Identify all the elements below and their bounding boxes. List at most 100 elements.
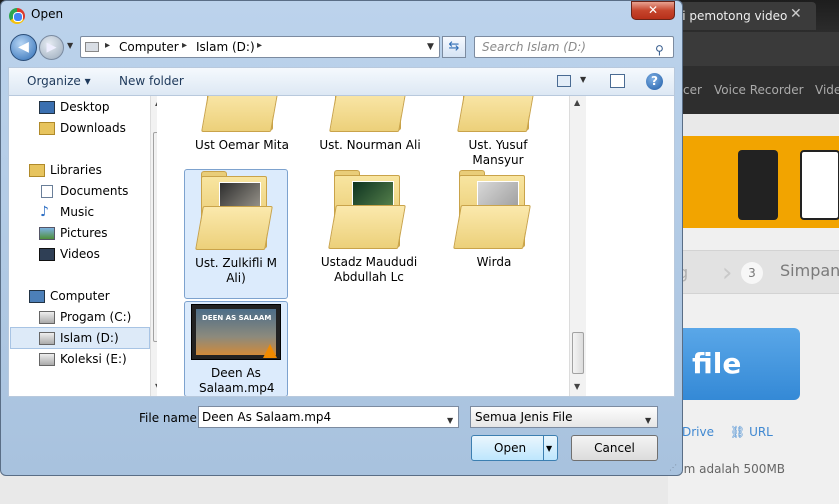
navigation-pane: Desktop Downloads Libraries Documents ♪ … — [9, 96, 157, 396]
nav-item-documents[interactable]: Documents — [9, 181, 151, 202]
refresh-button[interactable]: ⇆ — [442, 36, 466, 58]
file-list-pane: Ust Oemar Mita Ust. Nourman Ali Ust. Yus… — [168, 96, 569, 396]
video-file-item-selected[interactable]: DEEN AS SALAAM Deen As Salaam.mp4 — [184, 301, 288, 396]
folder-item-label: Ust. Zulkifli M Ali) — [195, 256, 277, 285]
file-name-label: File name: — [139, 411, 201, 425]
folder-item[interactable]: Ust. Nourman Ali — [318, 96, 422, 153]
banner-bag-image — [738, 150, 778, 220]
nav-item-libraries[interactable]: Libraries — [9, 160, 151, 181]
scroll-down-icon[interactable]: ▼ — [574, 382, 580, 391]
site-nav-link-voice-recorder[interactable]: Voice Recorder — [714, 83, 804, 97]
folder-icon — [453, 169, 531, 255]
close-button[interactable]: ✕ — [631, 1, 675, 20]
folder-item-label: Ustadz Maududi Abdullah Lc — [320, 255, 418, 284]
folder-item[interactable]: Wirda — [442, 169, 546, 270]
breadcrumb-separator-icon[interactable]: ▸ — [105, 40, 110, 51]
folder-item-label: Wirda — [476, 255, 512, 269]
chrome-icon — [9, 8, 25, 24]
scroll-up-icon[interactable]: ▲ — [574, 98, 580, 107]
nav-item-label: Koleksi (E:) — [60, 352, 127, 366]
help-icon[interactable]: ? — [646, 73, 663, 90]
nav-item-label: Pictures — [60, 226, 108, 240]
video-thumbnail-text: DEEN AS SALAAM — [202, 314, 272, 322]
folder-item[interactable]: Ust. Yusuf Mansyur — [446, 96, 550, 168]
site-nav-link-partial[interactable]: cer — [683, 83, 702, 97]
folder-icon — [457, 96, 535, 138]
video-file-label: Deen As Salaam.mp4 — [199, 366, 275, 395]
nav-item-music[interactable]: ♪ Music — [9, 202, 151, 223]
computer-icon — [85, 42, 99, 52]
browser-tab-close-icon[interactable]: ✕ — [790, 6, 802, 22]
breadcrumb-separator-icon[interactable]: ▸ — [257, 40, 262, 51]
dialog-panes: Desktop Downloads Libraries Documents ♪ … — [8, 95, 675, 397]
view-options-dropdown-icon[interactable]: ▼ — [580, 75, 586, 84]
file-name-dropdown-icon[interactable]: ▼ — [447, 411, 453, 431]
nav-scrollbar-thumb[interactable] — [153, 132, 157, 342]
search-placeholder: Search Islam (D:) — [482, 40, 586, 54]
file-name-input[interactable]: Deen As Salaam.mp4 ▼ — [198, 406, 459, 428]
nav-item-label: Progam (C:) — [60, 310, 132, 324]
music-icon: ♪ — [40, 204, 49, 220]
folder-item[interactable]: Ustadz Maududi Abdullah Lc — [314, 169, 424, 285]
dialog-titlebar[interactable]: Open ✕ — [1, 1, 682, 31]
file-name-value: Deen As Salaam.mp4 — [202, 410, 332, 424]
preview-pane-icon[interactable] — [610, 74, 625, 88]
search-input[interactable]: Search Islam (D:) ⚲ — [474, 36, 674, 58]
nav-item-label: Documents — [60, 184, 129, 198]
browser-tab-active-label: si pemotong video — [676, 9, 788, 23]
nav-item-computer[interactable]: Computer — [9, 286, 151, 307]
breadcrumb-islam-d[interactable]: Islam (D:) — [196, 40, 255, 54]
nav-item-label: Videos — [60, 247, 100, 261]
address-bar[interactable]: ▸ Computer ▸ Islam (D:) ▸ ▼ — [80, 36, 440, 58]
nav-item-downloads[interactable]: Downloads — [9, 118, 151, 139]
back-button[interactable]: ◀ — [10, 34, 37, 61]
link-icon: ⛓ — [730, 425, 750, 439]
url-link-label: URL — [749, 425, 773, 439]
search-icon[interactable]: ⚲ — [655, 40, 664, 60]
nav-item-drive-d[interactable]: Islam (D:) — [9, 328, 151, 349]
resize-grip-icon[interactable]: ⋰ — [669, 463, 677, 472]
nav-item-drive-c[interactable]: Progam (C:) — [9, 307, 151, 328]
open-button[interactable]: Open ▼ — [471, 435, 558, 461]
breadcrumb-separator-icon[interactable]: ▸ — [182, 40, 187, 51]
nav-item-videos[interactable]: Videos — [9, 244, 151, 265]
nav-item-drive-e[interactable]: Koleksi (E:) — [9, 349, 151, 370]
scroll-down-icon[interactable]: ▼ — [155, 382, 157, 391]
nav-item-pictures[interactable]: Pictures — [9, 223, 151, 244]
drive-icon — [39, 311, 55, 324]
file-type-select[interactable]: Semua Jenis File ▼ — [470, 406, 658, 428]
file-type-dropdown-icon[interactable]: ▼ — [645, 411, 651, 431]
url-link[interactable]: ⛓ URL — [730, 425, 773, 439]
cancel-button[interactable]: Cancel — [571, 435, 658, 461]
folder-item-label: Ust. Yusuf Mansyur — [468, 138, 528, 167]
scroll-up-icon[interactable]: ▲ — [155, 98, 157, 107]
open-options-dropdown-icon[interactable]: ▼ — [546, 437, 552, 461]
arrow-left-icon: ◀ — [18, 39, 29, 55]
organize-button[interactable]: Organize ▾ — [27, 74, 91, 88]
desktop-icon — [39, 101, 55, 114]
address-dropdown-icon[interactable]: ▼ — [427, 42, 434, 52]
open-button-divider — [543, 436, 544, 460]
arrow-right-icon: ▶ — [46, 40, 57, 55]
nav-item-label: Libraries — [50, 163, 102, 177]
file-list-scrollbar-thumb[interactable] — [572, 332, 584, 374]
choose-file-button-label: file — [692, 347, 742, 380]
nav-item-desktop[interactable]: Desktop — [9, 97, 151, 118]
preview-pane — [587, 96, 674, 396]
folder-item[interactable]: Ust Oemar Mita — [190, 96, 294, 153]
folder-item-hover[interactable]: Ust. Zulkifli M Ali) — [184, 169, 288, 299]
breadcrumb-computer[interactable]: Computer — [119, 40, 179, 54]
change-view-icon[interactable] — [557, 75, 571, 87]
file-list-scrollbar[interactable]: ▲ ▼ — [569, 96, 586, 396]
drive-icon — [39, 332, 55, 345]
computer-icon — [29, 290, 45, 303]
new-folder-button[interactable]: New folder — [119, 74, 184, 88]
site-nav-link-video[interactable]: Vide — [815, 83, 839, 97]
recent-locations-dropdown-icon[interactable]: ▼ — [67, 41, 73, 50]
documents-icon — [41, 185, 53, 198]
nav-scrollbar[interactable]: ▲ ▼ — [150, 96, 157, 396]
forward-button[interactable]: ▶ — [39, 35, 64, 60]
drive-link[interactable]: Drive — [682, 425, 714, 439]
nav-item-label: Downloads — [60, 121, 126, 135]
folder-icon — [201, 96, 279, 138]
